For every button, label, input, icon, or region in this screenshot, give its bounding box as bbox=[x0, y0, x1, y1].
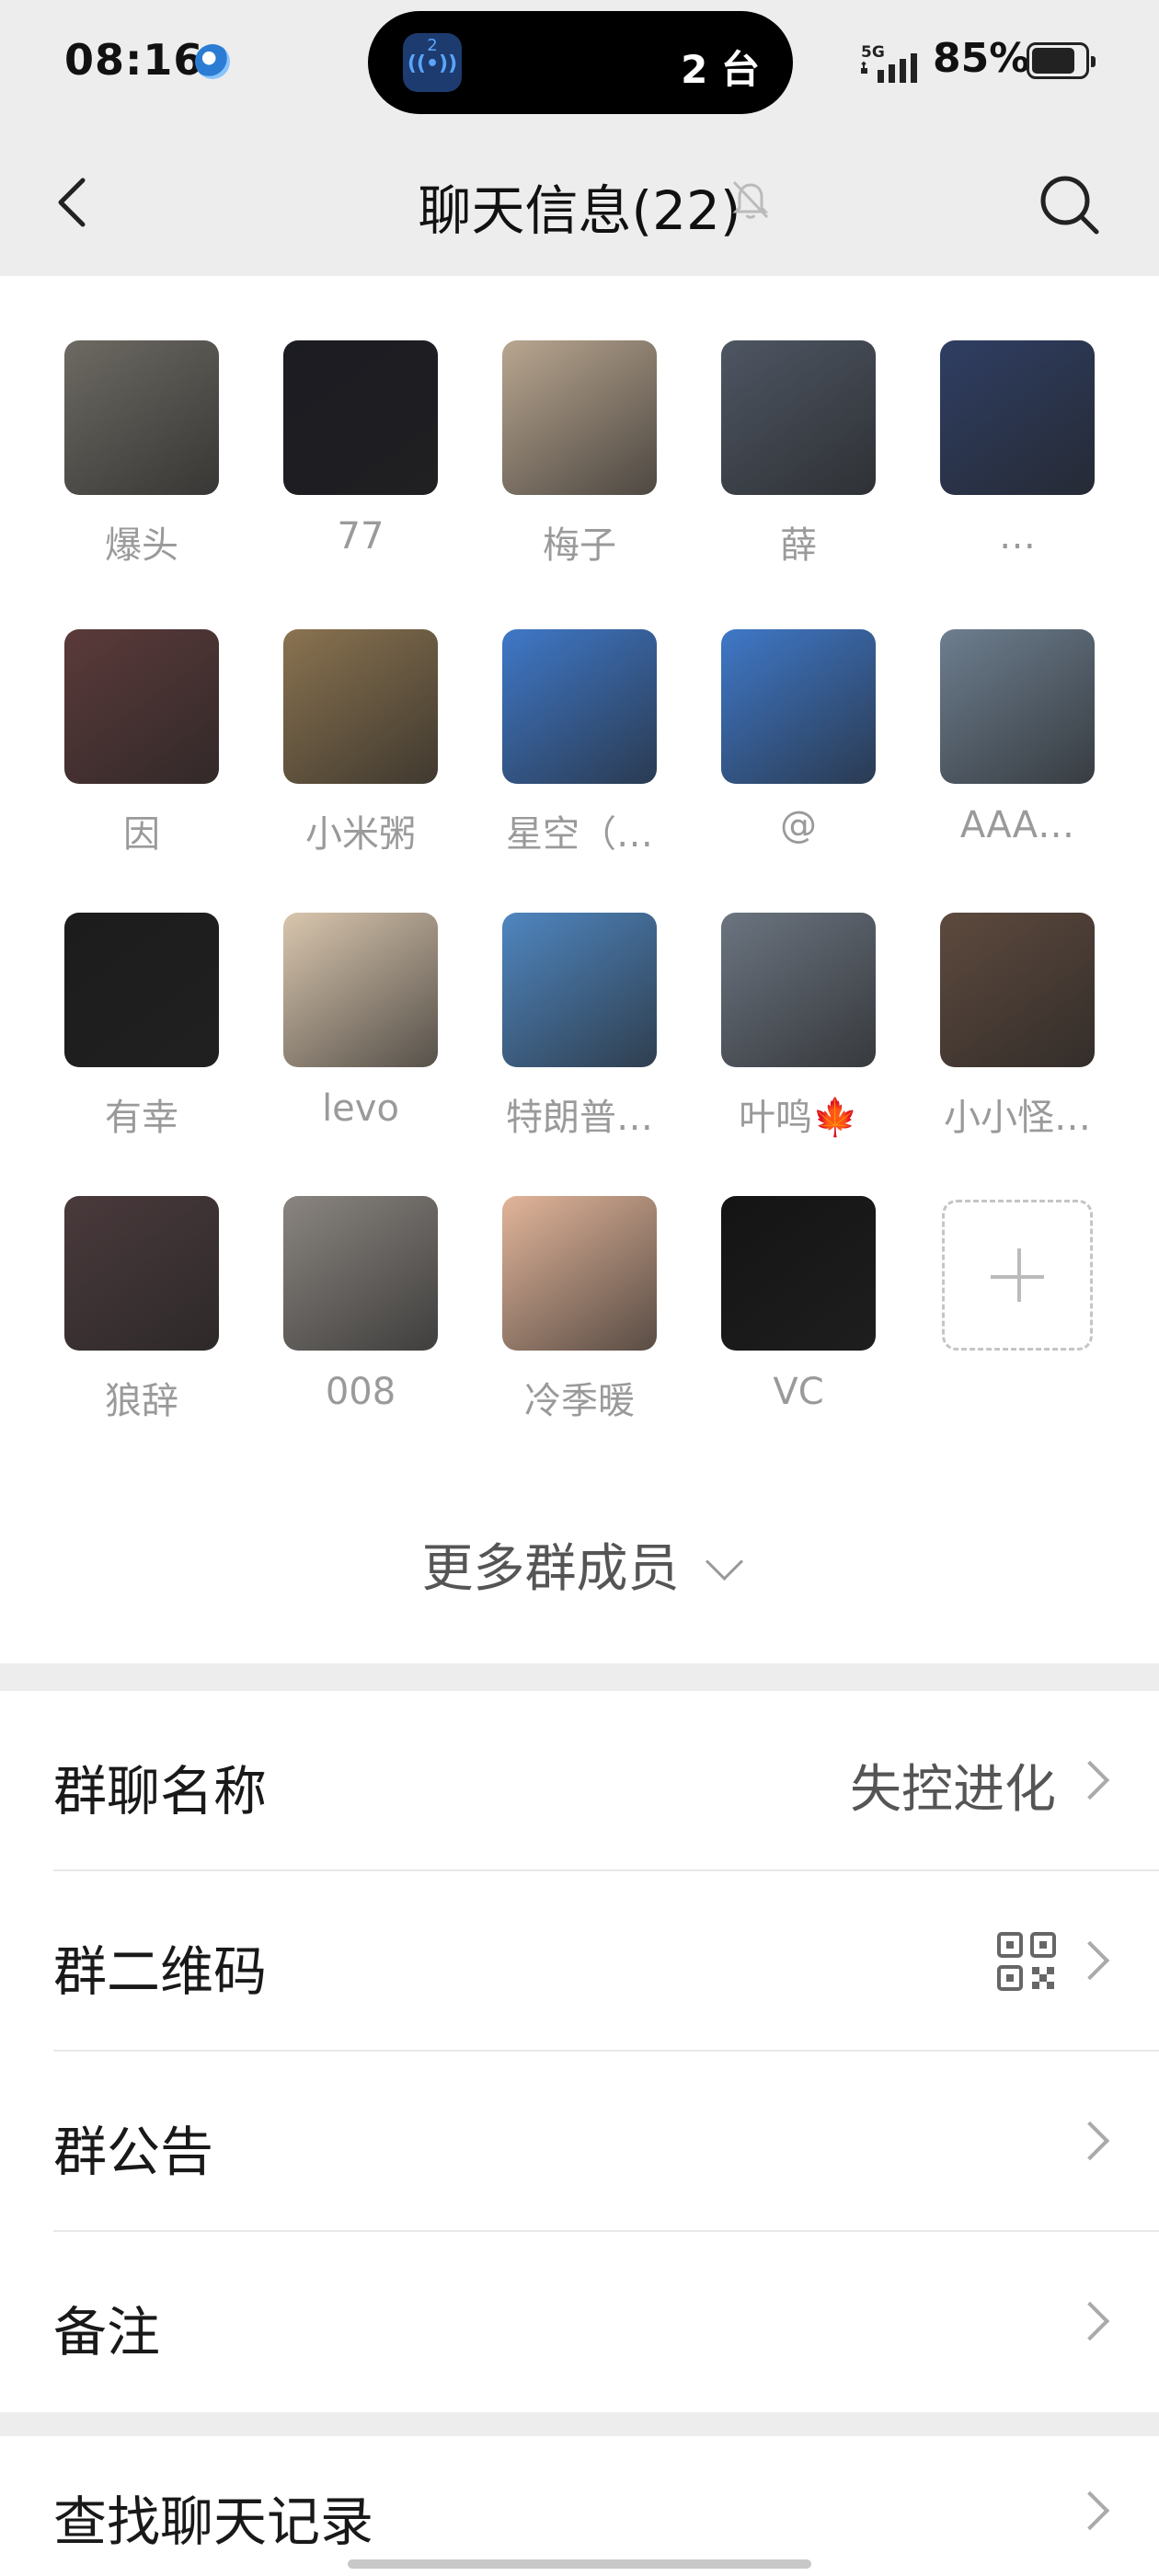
member-name: 冷季暖 bbox=[524, 1380, 635, 1422]
search-history-label: 查找聊天记录 bbox=[53, 2490, 374, 2553]
member-name: 小米粥 bbox=[305, 813, 416, 856]
more-members-label: 更多群成员 bbox=[421, 1539, 680, 1599]
avatar bbox=[721, 913, 876, 1067]
chevron-right-icon bbox=[1070, 2490, 1110, 2531]
battery-percent: 85% bbox=[933, 35, 1030, 82]
chevron-right-icon bbox=[1070, 1760, 1110, 1800]
avatar bbox=[502, 340, 657, 495]
member-name: 爆头 bbox=[105, 524, 178, 567]
avatar bbox=[940, 629, 1095, 784]
add-member-button[interactable] bbox=[942, 1200, 1093, 1351]
battery-icon bbox=[1027, 42, 1096, 79]
avatar bbox=[64, 629, 219, 784]
avatar bbox=[502, 1196, 657, 1351]
remark-label: 备注 bbox=[53, 2301, 161, 2363]
home-indicator[interactable] bbox=[348, 2559, 811, 2569]
settings-list-2: 查找聊天记录 bbox=[0, 2436, 1159, 2576]
dynamic-island[interactable]: 2 ((•)) 2 台 bbox=[368, 11, 793, 114]
settings-list: 群聊名称 失控进化 群二维码 群公告 备注 bbox=[0, 1691, 1159, 2412]
member-name: … bbox=[999, 515, 1036, 558]
avatar bbox=[64, 1196, 219, 1351]
avatar bbox=[283, 913, 438, 1067]
bell-off-icon bbox=[732, 180, 769, 219]
qr-code-icon bbox=[997, 1932, 1056, 1991]
chevron-right-icon bbox=[1070, 2121, 1110, 2161]
members-section: 爆头 77 梅子 薛 … 因 小米粥 星空（… @ AAA… 有幸 levo 特朗普… 叶鸣🍁 小小怪… 狼辞… bbox=[0, 276, 1159, 1663]
group-notice-label: 群公告 bbox=[53, 2121, 214, 2183]
member-name: VC bbox=[773, 1371, 824, 1413]
broadcast-icon: 2 ((•)) bbox=[403, 33, 462, 92]
signal-icon: 5G bbox=[861, 43, 917, 83]
group-qr-label: 群二维码 bbox=[53, 1940, 268, 2003]
island-text: 2 台 bbox=[681, 47, 760, 92]
member-name: levo bbox=[322, 1087, 399, 1130]
member-name: 特朗普… bbox=[506, 1097, 653, 1139]
member-name: AAA… bbox=[959, 804, 1075, 846]
avatar bbox=[721, 629, 876, 784]
member-name: 叶鸣🍁 bbox=[739, 1097, 858, 1139]
member-name: 有幸 bbox=[105, 1097, 178, 1139]
avatar bbox=[283, 340, 438, 495]
avatar bbox=[940, 340, 1095, 495]
member-name: 梅子 bbox=[543, 524, 616, 567]
group-name-value: 失控进化 bbox=[850, 1760, 1056, 1820]
avatar bbox=[721, 340, 876, 495]
avatar bbox=[502, 913, 657, 1067]
chevron-down-icon bbox=[705, 1542, 743, 1581]
more-members-button[interactable]: 更多群成员 bbox=[0, 1527, 1159, 1602]
status-time: 08:16 bbox=[64, 35, 204, 85]
nav-bar: 聊天信息(22) bbox=[0, 129, 1159, 276]
avatar bbox=[64, 913, 219, 1067]
chevron-right-icon bbox=[1070, 2301, 1110, 2341]
status-bar: 08:16 2 ((•)) 2 台 5G 85% bbox=[0, 0, 1159, 129]
group-notice-row[interactable]: 群公告 bbox=[0, 2052, 1159, 2232]
search-history-row[interactable]: 查找聊天记录 bbox=[0, 2436, 1159, 2576]
group-name-label: 群聊名称 bbox=[53, 1760, 268, 1823]
group-name-row[interactable]: 群聊名称 失控进化 bbox=[0, 1691, 1159, 1871]
search-button[interactable] bbox=[1030, 166, 1107, 243]
member-name: 008 bbox=[325, 1371, 396, 1413]
member-name: 薛 bbox=[780, 524, 817, 567]
avatar bbox=[283, 629, 438, 784]
chevron-right-icon bbox=[1070, 1940, 1110, 1981]
network-label: 5G bbox=[861, 43, 885, 62]
avatar bbox=[64, 340, 219, 495]
avatar bbox=[502, 629, 657, 784]
group-qr-row[interactable]: 群二维码 bbox=[0, 1871, 1159, 2052]
remark-row[interactable]: 备注 bbox=[0, 2232, 1159, 2412]
member-name: 小小怪… bbox=[944, 1097, 1091, 1139]
member-name: 因 bbox=[123, 813, 160, 856]
member-name: @ bbox=[780, 804, 817, 846]
member-name: 77 bbox=[337, 515, 384, 558]
app-notification-icon bbox=[195, 44, 230, 79]
avatar bbox=[940, 913, 1095, 1067]
member-name: 狼辞 bbox=[105, 1380, 178, 1422]
member-name: 星空（… bbox=[506, 813, 653, 856]
page-title: 聊天信息(22) bbox=[418, 179, 741, 242]
avatar bbox=[721, 1196, 876, 1351]
avatar bbox=[283, 1196, 438, 1351]
